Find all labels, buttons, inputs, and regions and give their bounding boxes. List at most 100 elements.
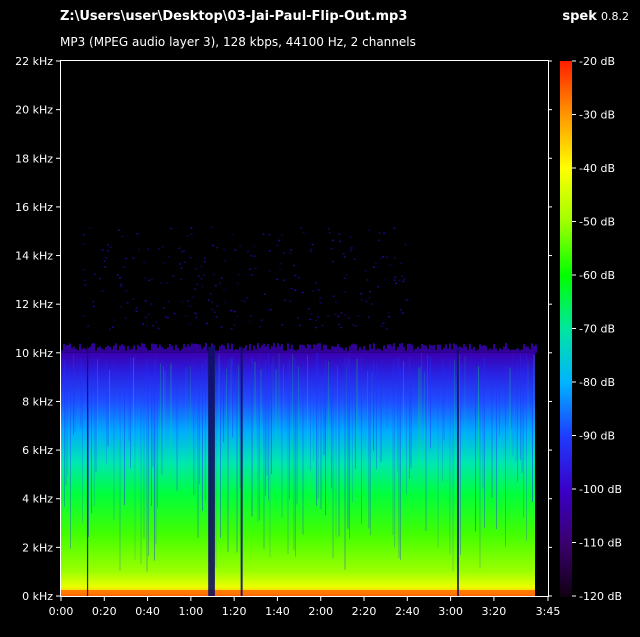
- artifact-dot: [267, 309, 270, 312]
- y-tick-label: 0 kHz: [22, 590, 53, 603]
- artifact-dot: [314, 326, 317, 329]
- spectrogram-edge: [343, 350, 345, 353]
- artifact-dot: [211, 308, 214, 311]
- artifact-dot: [126, 301, 129, 304]
- artifact-dot: [82, 269, 85, 271]
- spectrogram-streak: [82, 369, 83, 524]
- spectrogram-edge: [163, 348, 165, 353]
- spectrogram-edge: [319, 343, 321, 353]
- artifact-dot: [189, 256, 192, 259]
- spectrogram-edge: [297, 349, 299, 353]
- artifact-dot: [347, 317, 350, 319]
- x-tick-label: 1:40: [265, 605, 290, 618]
- artifact-dot: [158, 248, 161, 250]
- artifact-dot: [311, 243, 314, 246]
- spectrogram-streak: [368, 373, 370, 529]
- spectrogram-edge: [385, 348, 387, 353]
- artifact-dot: [310, 248, 313, 251]
- artifact-dot: [224, 301, 227, 304]
- artifact-dot: [398, 279, 401, 282]
- spectrogram-streak: [367, 370, 368, 484]
- artifact-dot: [194, 267, 197, 270]
- spectrogram-edge: [195, 343, 197, 353]
- spectrogram-streak: [254, 361, 256, 479]
- artifact-dot: [163, 262, 166, 264]
- spectrogram-streak: [97, 359, 98, 478]
- spectrogram-edge: [257, 342, 259, 353]
- artifact-dot: [214, 284, 217, 287]
- spectrogram-edge: [395, 349, 397, 353]
- spectrogram-streak: [239, 369, 241, 489]
- artifact-dot: [238, 273, 241, 276]
- spectrogram-edge: [301, 344, 303, 353]
- spectrogram-edge: [389, 344, 391, 353]
- spectrogram-streak: [119, 381, 121, 571]
- spectrogram-streak: [113, 362, 115, 520]
- artifact-dot: [280, 234, 283, 236]
- spectrogram-streak: [509, 367, 511, 482]
- artifact-dot: [247, 250, 250, 253]
- spectrogram-streak: [403, 360, 404, 479]
- artifact-dot: [192, 296, 195, 298]
- artifact-dot: [216, 305, 219, 308]
- spectrogram-edge: [527, 346, 529, 353]
- spectrogram-streak: [197, 372, 199, 538]
- spectrogram-edge: [375, 349, 377, 353]
- artifact-dot: [290, 287, 293, 290]
- spectrogram-edge: [199, 344, 201, 353]
- x-tick-label: 2:00: [308, 605, 333, 618]
- spectrogram-streak: [310, 376, 311, 471]
- artifact-dot: [377, 286, 380, 288]
- artifact-dot: [105, 257, 108, 259]
- spectrogram-edge: [159, 344, 161, 353]
- spectrogram-streak: [464, 356, 466, 477]
- artifact-dot: [379, 257, 382, 260]
- spectrogram-streak: [95, 365, 97, 473]
- artifact-dot: [200, 265, 203, 268]
- spectrogram-edge: [473, 346, 475, 353]
- artifact-dot: [233, 324, 236, 327]
- spectrogram-streak: [394, 357, 395, 548]
- colorbar-tick-label: -50 dB: [579, 216, 615, 229]
- spectrogram-edge: [485, 346, 487, 353]
- y-tick-label: 20 kHz: [15, 104, 53, 117]
- artifact-dot: [145, 324, 148, 327]
- artifact-dot: [157, 327, 160, 330]
- spectrogram-edge: [215, 350, 217, 353]
- artifact-dot: [211, 244, 214, 247]
- spectrogram-edge: [495, 348, 497, 353]
- spectrogram-edge: [219, 346, 221, 353]
- artifact-dot: [189, 323, 192, 326]
- artifact-dot: [98, 277, 101, 280]
- spectrogram-streak: [94, 359, 95, 506]
- spectrogram-streak: [406, 380, 407, 495]
- spectrogram-edge: [231, 343, 233, 353]
- spectrogram-streak: [292, 354, 293, 476]
- spectrogram-streak: [400, 368, 401, 561]
- spectrogram-edge: [391, 346, 393, 353]
- spectrogram-streak: [281, 371, 283, 518]
- artifact-dot: [405, 299, 408, 301]
- y-tick-label: 22 kHz: [15, 55, 53, 68]
- spectrogram-streak: [278, 353, 280, 475]
- x-tick-label: 3:00: [438, 605, 463, 618]
- spectrogram-edge: [185, 346, 187, 353]
- spectrogram-streak: [347, 358, 349, 529]
- artifact-dot: [223, 288, 226, 291]
- spectrogram-streak: [356, 358, 358, 478]
- spectrogram-edge: [507, 348, 509, 353]
- artifact-dot: [213, 311, 216, 314]
- dropout-line: [208, 346, 213, 596]
- artifact-dot: [278, 239, 281, 242]
- artifact-dot: [197, 275, 200, 277]
- spectrogram-streak: [287, 360, 289, 554]
- artifact-dot: [120, 283, 123, 286]
- artifact-dot: [108, 328, 111, 330]
- spectrogram-streak: [338, 381, 340, 537]
- artifact-dot: [393, 279, 396, 281]
- spectrogram-streak: [263, 366, 265, 549]
- artifact-dot: [330, 247, 333, 250]
- artifact-dot: [136, 232, 139, 235]
- spectrogram-edge: [153, 343, 155, 353]
- spectrogram-edge: [469, 343, 471, 353]
